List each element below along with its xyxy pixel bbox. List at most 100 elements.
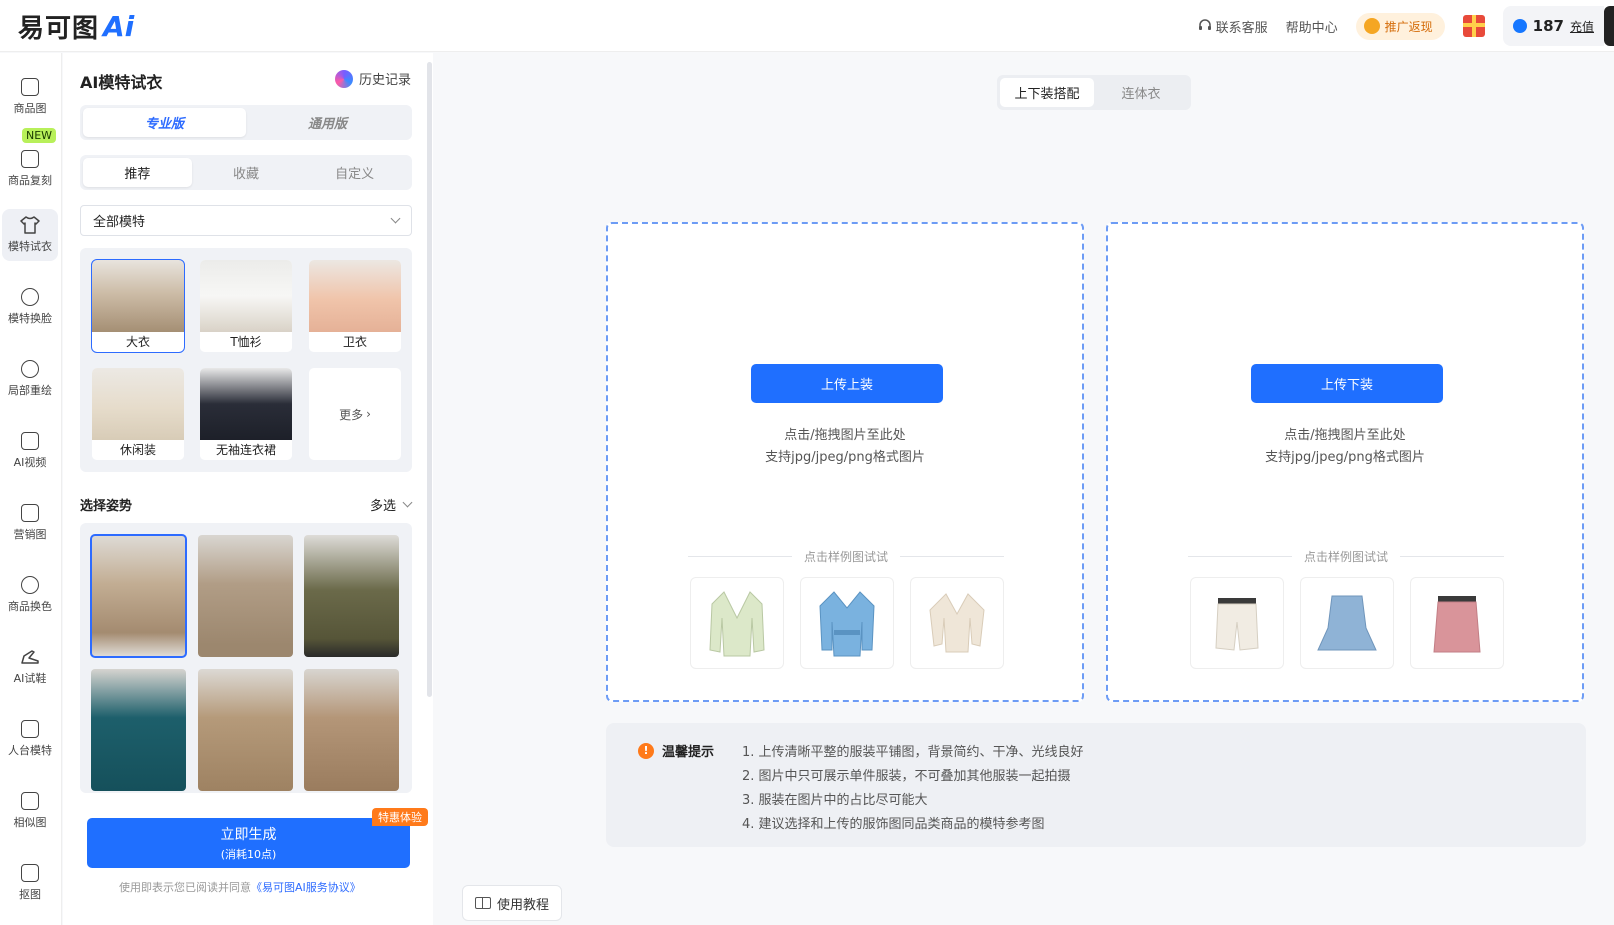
promo-button[interactable]: 推广返现: [1355, 12, 1445, 40]
tip-item: 2. 图片中只可展示单件服装，不可叠加其他服装一起拍摄: [742, 769, 1071, 784]
nav-item-ai-video[interactable]: AI视频: [2, 425, 58, 477]
terms-notice: 使用即表示您已阅读并同意《易可图AI服务协议》: [119, 879, 361, 895]
upload-hint: 点击/拖拽图片至此处: [784, 428, 906, 443]
logo[interactable]: 易可图 Ai: [18, 8, 134, 44]
sample-top-blouse[interactable]: [910, 577, 1004, 669]
nav-item-product-replicate[interactable]: 商品复刻: [2, 143, 58, 195]
sample-bottom-pink-skirt[interactable]: [1410, 577, 1504, 669]
tab-custom[interactable]: 自定义: [300, 158, 409, 187]
upload-top-button[interactable]: 上传上装: [751, 364, 943, 403]
tab-one-piece[interactable]: 连体衣: [1094, 78, 1188, 107]
sample-top-blazer[interactable]: [690, 577, 784, 669]
nav-item-mannequin[interactable]: 人台模特: [2, 713, 58, 765]
support-link[interactable]: 联系客服: [1198, 17, 1268, 36]
sample-bottom-shorts[interactable]: [1190, 577, 1284, 669]
tab-recommended[interactable]: 推荐: [83, 158, 192, 187]
pose-card[interactable]: [91, 669, 186, 791]
model-filter-select[interactable]: 全部模特: [80, 205, 412, 236]
credit-count: 187: [1532, 17, 1564, 35]
nav-item-inpaint[interactable]: 局部重绘: [2, 353, 58, 405]
divider-line: [1400, 556, 1505, 557]
tips-panel: ! 温馨提示 1. 上传清晰平整的服装平铺图，背景简约、干净、光线良好 2. 图…: [606, 723, 1586, 847]
tab-general[interactable]: 通用版: [246, 108, 409, 137]
sample-top-denim-jacket[interactable]: [800, 577, 894, 669]
help-label: 帮助中心: [1285, 20, 1338, 36]
tutorial-label: 使用教程: [496, 897, 549, 913]
nav-item-ai-shoe[interactable]: AI试鞋: [2, 641, 58, 693]
nav-item-similar[interactable]: 相似图: [2, 785, 58, 837]
pose-card[interactable]: [198, 535, 293, 657]
category-image: [200, 260, 292, 332]
nav-item-cutout[interactable]: 抠图: [2, 857, 58, 909]
coin-icon: [1363, 18, 1380, 34]
headset-icon: [1198, 19, 1211, 30]
category-image: [92, 260, 184, 332]
sample-bottom-denim-skirt[interactable]: [1300, 577, 1394, 669]
inpaint-icon: [21, 360, 39, 378]
tip-item: 3. 服装在图片中的占比尽可能大: [742, 793, 928, 808]
panel-scrollbar[interactable]: [427, 62, 432, 697]
nav-item-product-image[interactable]: 商品图: [2, 71, 58, 123]
tutorial-button[interactable]: 使用教程: [462, 885, 562, 921]
category-card-coat[interactable]: 大衣: [91, 259, 185, 353]
top-right-actions: 联系客服 帮助中心 推广返现 187 充值: [1198, 0, 1614, 52]
multi-select-toggle[interactable]: 多选: [369, 495, 413, 514]
face-icon: [21, 288, 39, 306]
nav-item-model-tryon[interactable]: 模特试衣: [2, 209, 58, 261]
tab-top-bottom[interactable]: 上下装搭配: [1000, 78, 1094, 107]
new-badge: NEW: [22, 128, 57, 143]
upload-zone-top[interactable]: 上传上装 点击/拖拽图片至此处 支持jpg/jpeg/png格式图片 点击样例图…: [606, 222, 1084, 702]
category-card-tshirt[interactable]: T恤衫: [200, 260, 292, 352]
pose-card[interactable]: [198, 669, 293, 791]
category-card-sleeveless-dress[interactable]: 无袖连衣裙: [200, 368, 292, 460]
category-image: [92, 368, 184, 440]
nav-label: 相似图: [13, 816, 47, 829]
upload-bottom-button[interactable]: 上传下装: [1251, 364, 1443, 403]
chevron-down-icon: [390, 213, 401, 224]
category-card-hoodie[interactable]: 卫衣: [309, 260, 401, 352]
nav-item-marketing[interactable]: 营销图: [2, 497, 58, 549]
sample-title: 点击样例图试试: [1304, 550, 1389, 564]
cutout-icon: [21, 864, 39, 882]
user-menu-edge[interactable]: [1604, 6, 1614, 46]
support-label: 联系客服: [1215, 20, 1268, 36]
divider-line: [900, 556, 1005, 557]
nav-label: 人台模特: [8, 744, 52, 757]
history-button[interactable]: 历史记录: [334, 69, 411, 88]
multi-select-label: 多选: [369, 499, 396, 514]
credit-icon: [1512, 19, 1527, 33]
more-categories-button[interactable]: 更多 ›: [309, 368, 401, 460]
tab-favorites[interactable]: 收藏: [192, 158, 301, 187]
divider-line: [1188, 556, 1292, 557]
more-label: 更多: [339, 407, 364, 422]
shirt-icon: [20, 216, 40, 234]
pose-card[interactable]: [304, 669, 399, 791]
special-offer-badge: 特惠体验: [372, 808, 428, 826]
category-label: 无袖连衣裙: [200, 440, 292, 460]
pose-card[interactable]: [90, 534, 187, 658]
top-bar: 易可图 Ai 联系客服 帮助中心 推广返现 187 充值: [0, 0, 1614, 52]
pose-grid: [80, 523, 412, 793]
generate-button[interactable]: 立即生成 (消耗10点): [87, 818, 410, 868]
category-card-casual[interactable]: 休闲装: [92, 368, 184, 460]
tips-header: ! 温馨提示: [638, 741, 714, 760]
nav-label: 局部重绘: [8, 384, 52, 397]
tab-pro[interactable]: 专业版: [83, 108, 246, 137]
nav-label: 商品复刻: [8, 174, 52, 187]
select-value: 全部模特: [93, 215, 146, 230]
category-image: [309, 260, 401, 332]
recharge-link[interactable]: 充值: [1570, 18, 1594, 35]
upload-zone-bottom[interactable]: 上传下装 点击/拖拽图片至此处 支持jpg/jpeg/png格式图片 点击样例图…: [1106, 222, 1584, 702]
gift-icon[interactable]: [1462, 15, 1485, 37]
terms-link[interactable]: 《易可图AI服务协议》: [251, 881, 361, 894]
nav-label: 抠图: [19, 888, 41, 901]
nav-label: 模特试衣: [8, 240, 52, 253]
sample-title: 点击样例图试试: [804, 550, 889, 564]
upload-hint: 点击/拖拽图片至此处: [1284, 428, 1406, 443]
nav-item-face-swap[interactable]: 模特换脸: [2, 281, 58, 333]
generate-label: 立即生成: [220, 827, 277, 843]
nav-item-recolor[interactable]: 商品换色: [2, 569, 58, 621]
pose-card[interactable]: [304, 535, 399, 657]
help-center-link[interactable]: 帮助中心: [1286, 17, 1338, 36]
shorts-icon: [1215, 598, 1259, 651]
